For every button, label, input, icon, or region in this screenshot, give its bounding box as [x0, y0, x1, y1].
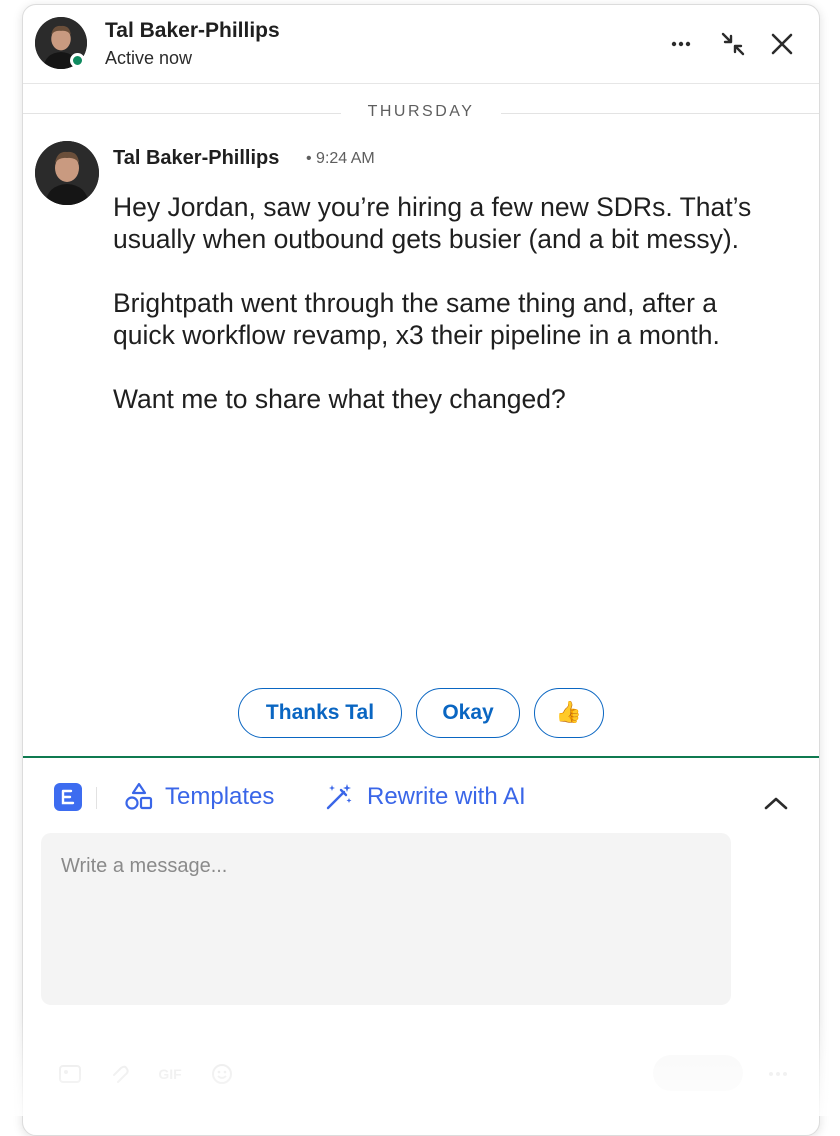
close-button[interactable] — [765, 27, 799, 61]
minimize-icon — [721, 32, 745, 56]
chevron-up-icon — [764, 797, 788, 810]
templates-label: Templates — [165, 783, 275, 810]
send-button[interactable] — [653, 1055, 743, 1091]
attachment-icon[interactable] — [107, 1061, 133, 1087]
composer-bottom-toolbar: GIF — [23, 1055, 819, 1095]
message-paragraph: Hey Jordan, saw you’re hiring a few new … — [113, 192, 752, 254]
composer-divider — [23, 756, 819, 758]
message-timestamp: • 9:24 AM — [306, 150, 375, 167]
shapes-icon — [125, 782, 153, 810]
message-sender-avatar[interactable] — [35, 141, 99, 205]
collapse-composer-button[interactable] — [761, 791, 791, 815]
divider-line-left — [23, 113, 341, 114]
rewrite-with-ai-label: Rewrite with AI — [367, 783, 526, 810]
more-icon — [671, 41, 691, 47]
message-paragraph: Brightpath went through the same thing a… — [113, 288, 720, 350]
date-label: THURSDAY — [367, 103, 475, 120]
divider-line-right — [501, 113, 819, 114]
extension-logo-icon — [61, 789, 75, 805]
more-options-button[interactable] — [664, 27, 698, 61]
quick-replies: Thanks Tal Okay 👍 — [23, 688, 819, 740]
magic-wand-icon — [326, 784, 352, 810]
send-options-icon[interactable] — [765, 1061, 791, 1087]
close-icon — [771, 33, 793, 55]
message-paragraph: Want me to share what they changed? — [113, 384, 566, 414]
extension-logo-button[interactable] — [54, 783, 82, 811]
conversation-header: Tal Baker-Phillips Active now — [23, 5, 819, 84]
message-sender-name[interactable]: Tal Baker-Phillips — [113, 147, 279, 170]
minimize-button[interactable] — [716, 27, 750, 61]
quick-reply-thumbs-up[interactable]: 👍 — [534, 688, 604, 738]
rewrite-with-ai-button[interactable]: Rewrite with AI — [323, 781, 526, 813]
quick-reply-okay[interactable]: Okay — [416, 688, 520, 738]
templates-button[interactable]: Templates — [123, 781, 274, 813]
contact-status: Active now — [105, 48, 193, 68]
toolbar-separator — [96, 787, 97, 809]
date-divider: THURSDAY — [23, 101, 819, 125]
gif-button[interactable]: GIF — [157, 1061, 183, 1087]
composer-toolbar: Templates Rewrite with AI — [23, 771, 819, 819]
image-icon[interactable] — [57, 1061, 83, 1087]
quick-reply-thanks[interactable]: Thanks Tal — [238, 688, 402, 738]
messaging-window: Tal Baker-Phillips Active now THURSDAY T… — [22, 4, 820, 1136]
emoji-icon[interactable] — [209, 1061, 235, 1087]
message-body: Hey Jordan, saw you’re hiring a few new … — [113, 191, 753, 447]
message-input[interactable] — [41, 833, 731, 1005]
contact-name[interactable]: Tal Baker-Phillips — [105, 19, 280, 43]
online-status-dot — [70, 53, 85, 68]
